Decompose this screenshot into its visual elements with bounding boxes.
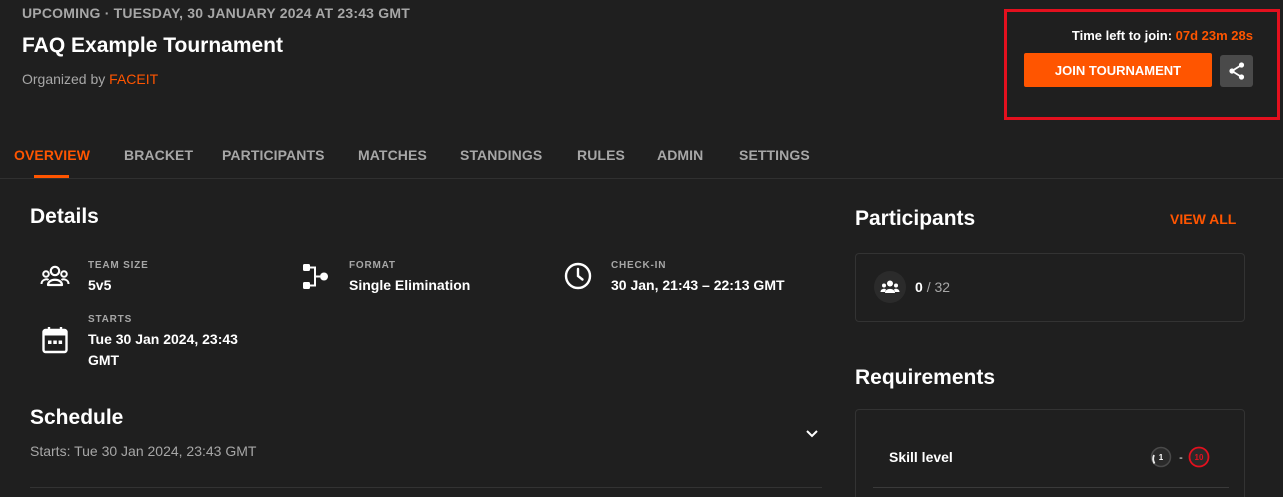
clock-icon (564, 262, 592, 290)
skill-level-label: Skill level (889, 449, 953, 465)
bracket-format-icon (303, 264, 328, 289)
requirements-card: Skill level 1 - 10 (855, 409, 1245, 497)
requirements-title: Requirements (855, 366, 996, 389)
chevron-down-icon[interactable] (803, 424, 821, 442)
tab-admin[interactable]: ADMIN (657, 147, 703, 163)
organized-by-label: Organized by (22, 71, 106, 87)
tournament-tabs: OVERVIEW BRACKET PARTICIPANTS MATCHES ST… (0, 130, 1283, 179)
tab-standings[interactable]: STANDINGS (460, 147, 542, 163)
tab-matches[interactable]: MATCHES (358, 147, 427, 163)
check-in-label: CHECK-IN (611, 260, 667, 271)
team-size-value: 5v5 (88, 277, 112, 293)
participant-current: 0 (915, 279, 923, 295)
tab-participants[interactable]: PARTICIPANTS (222, 147, 325, 163)
starts-value-line1: Tue 30 Jan 2024, 23:43 (88, 331, 238, 347)
participants-title: Participants (855, 207, 976, 230)
time-left-label: Time left to join: (1071, 28, 1173, 43)
skill-max: 10 (1195, 453, 1204, 462)
detail-team-size: TEAM SIZE 5v5 (30, 260, 280, 300)
participants-avatar (874, 271, 906, 303)
details-title: Details (30, 205, 99, 228)
schedule-divider (30, 487, 822, 488)
skill-level-range: 1 - 10 (1150, 446, 1210, 468)
page-title: FAQ Example Tournament (22, 34, 283, 57)
tournament-header: UPCOMING · TUESDAY, 30 JANUARY 2024 AT 2… (0, 0, 1283, 130)
organizer-line: Organized by FACEIT (22, 71, 158, 87)
join-tournament-button[interactable]: JOIN TOURNAMENT (1024, 53, 1212, 87)
tab-settings[interactable]: SETTINGS (739, 147, 810, 163)
time-left: Time left to join: 07d 23m 28s (1072, 28, 1253, 43)
starts-label: STARTS (88, 314, 133, 325)
skill-range-separator: - (1179, 452, 1183, 464)
tab-overview[interactable]: OVERVIEW (14, 147, 90, 163)
organizer-link[interactable]: FACEIT (109, 71, 158, 87)
detail-check-in: CHECK-IN 30 Jan, 21:43 – 22:13 GMT (553, 260, 813, 300)
participant-count: 0 / 32 (915, 279, 950, 295)
participants-card: 0 / 32 (855, 253, 1245, 322)
participant-max: / 32 (926, 279, 951, 295)
calendar-icon (42, 327, 68, 354)
requirements-divider (873, 487, 1229, 488)
starts-value: Tue 30 Jan 2024, 23:43 GMT (88, 329, 238, 371)
check-in-value: 30 Jan, 21:43 – 22:13 GMT (611, 277, 785, 293)
join-panel: Time left to join: 07d 23m 28s JOIN TOUR… (1004, 9, 1280, 120)
tournament-status-date: UPCOMING · TUESDAY, 30 JANUARY 2024 AT 2… (22, 5, 410, 21)
share-icon (1228, 62, 1244, 80)
tab-bracket[interactable]: BRACKET (124, 147, 193, 163)
starts-value-line2: GMT (88, 352, 120, 368)
active-tab-indicator (34, 175, 69, 178)
tab-rules[interactable]: RULES (577, 147, 625, 163)
skill-min: 1 (1159, 453, 1164, 462)
schedule-title: Schedule (30, 406, 124, 429)
detail-format: FORMAT Single Elimination (291, 260, 541, 300)
share-button[interactable] (1220, 55, 1253, 87)
team-size-label: TEAM SIZE (88, 260, 149, 271)
countdown-timer: 07d 23m 28s (1175, 28, 1253, 43)
team-icon (40, 265, 70, 287)
schedule-start-text: Starts: Tue 30 Jan 2024, 23:43 GMT (30, 443, 257, 459)
team-icon (880, 280, 900, 293)
format-label: FORMAT (349, 260, 396, 271)
detail-starts: STARTS Tue 30 Jan 2024, 23:43 GMT (30, 314, 280, 370)
format-value: Single Elimination (349, 277, 471, 293)
view-all-participants-link[interactable]: VIEW ALL (1170, 211, 1236, 227)
